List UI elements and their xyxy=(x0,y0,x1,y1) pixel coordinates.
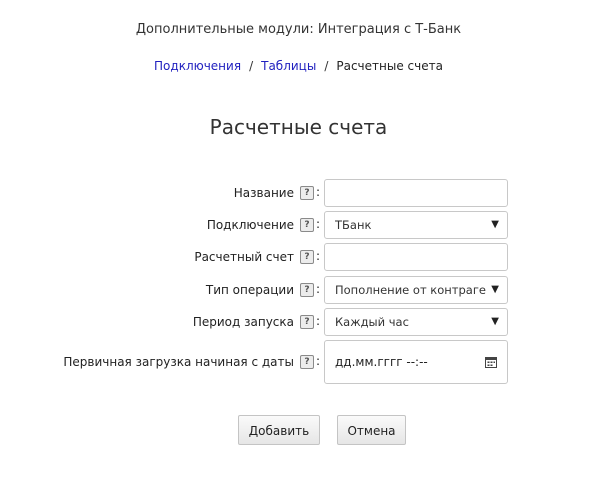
form-row-period: Период запуска ? : Каждый час ▼ xyxy=(0,308,597,336)
colon: : xyxy=(316,185,321,199)
breadcrumb-connections-link[interactable]: Подключения xyxy=(154,59,241,73)
connection-select[interactable]: ТБанк ▼ xyxy=(324,211,508,239)
help-icon[interactable]: ? xyxy=(300,218,314,232)
account-input[interactable] xyxy=(325,244,507,270)
page-title: Расчетные счета xyxy=(209,115,388,139)
breadcrumb: Подключения / Таблицы / Расчетные счета xyxy=(0,59,597,73)
operation-type-selected-value: Пополнение от контраге... xyxy=(335,283,487,297)
breadcrumb-tables-link[interactable]: Таблицы xyxy=(261,59,316,73)
form-row-name: Название ? : xyxy=(0,179,597,207)
initial-load-datetime-field[interactable]: дд.мм.гггг --:-- xyxy=(324,340,508,384)
colon: : xyxy=(316,217,321,231)
add-button[interactable]: Добавить xyxy=(238,415,320,445)
chevron-down-icon: ▼ xyxy=(491,316,499,327)
account-label: Расчетный счет xyxy=(194,250,294,264)
chevron-down-icon: ▼ xyxy=(491,284,499,295)
period-selected-value: Каждый час xyxy=(335,315,409,329)
colon: : xyxy=(316,314,321,328)
help-icon[interactable]: ? xyxy=(300,355,314,369)
chevron-down-icon: ▼ xyxy=(491,219,499,230)
app-title: Дополнительные модули: Интеграция с Т-Ба… xyxy=(135,22,462,37)
breadcrumb-separator: / xyxy=(324,59,329,73)
calendar-icon[interactable] xyxy=(485,357,497,368)
operation-type-label: Тип операции xyxy=(205,283,294,297)
connection-label: Подключение xyxy=(206,218,294,232)
period-label: Период запуска xyxy=(192,315,294,329)
colon: : xyxy=(316,282,321,296)
period-select[interactable]: Каждый час ▼ xyxy=(324,308,508,336)
help-icon[interactable]: ? xyxy=(300,283,314,297)
account-field[interactable] xyxy=(324,243,508,271)
operation-type-select[interactable]: Пополнение от контраге... ▼ xyxy=(324,276,508,304)
form-row-account: Расчетный счет ? : xyxy=(0,243,597,271)
help-icon[interactable]: ? xyxy=(300,186,314,200)
initial-load-label: Первичная загрузка начиная с даты xyxy=(63,355,294,369)
form-row-initial-load: Первичная загрузка начиная с даты ? : дд… xyxy=(0,340,597,384)
help-icon[interactable]: ? xyxy=(300,250,314,264)
initial-load-value[interactable]: дд.мм.гггг --:-- xyxy=(335,355,428,369)
colon: : xyxy=(316,249,321,263)
form-row-operation-type: Тип операции ? : Пополнение от контраге.… xyxy=(0,276,597,304)
form-row-connection: Подключение ? : ТБанк ▼ xyxy=(0,211,597,239)
cancel-button[interactable]: Отмена xyxy=(337,415,406,445)
name-input[interactable] xyxy=(325,180,507,206)
breadcrumb-separator: / xyxy=(249,59,254,73)
help-icon[interactable]: ? xyxy=(300,315,314,329)
name-field[interactable] xyxy=(324,179,508,207)
colon: : xyxy=(316,354,321,368)
name-label: Название xyxy=(233,186,294,200)
connection-selected-value: ТБанк xyxy=(335,218,372,232)
breadcrumb-current: Расчетные счета xyxy=(336,59,443,73)
